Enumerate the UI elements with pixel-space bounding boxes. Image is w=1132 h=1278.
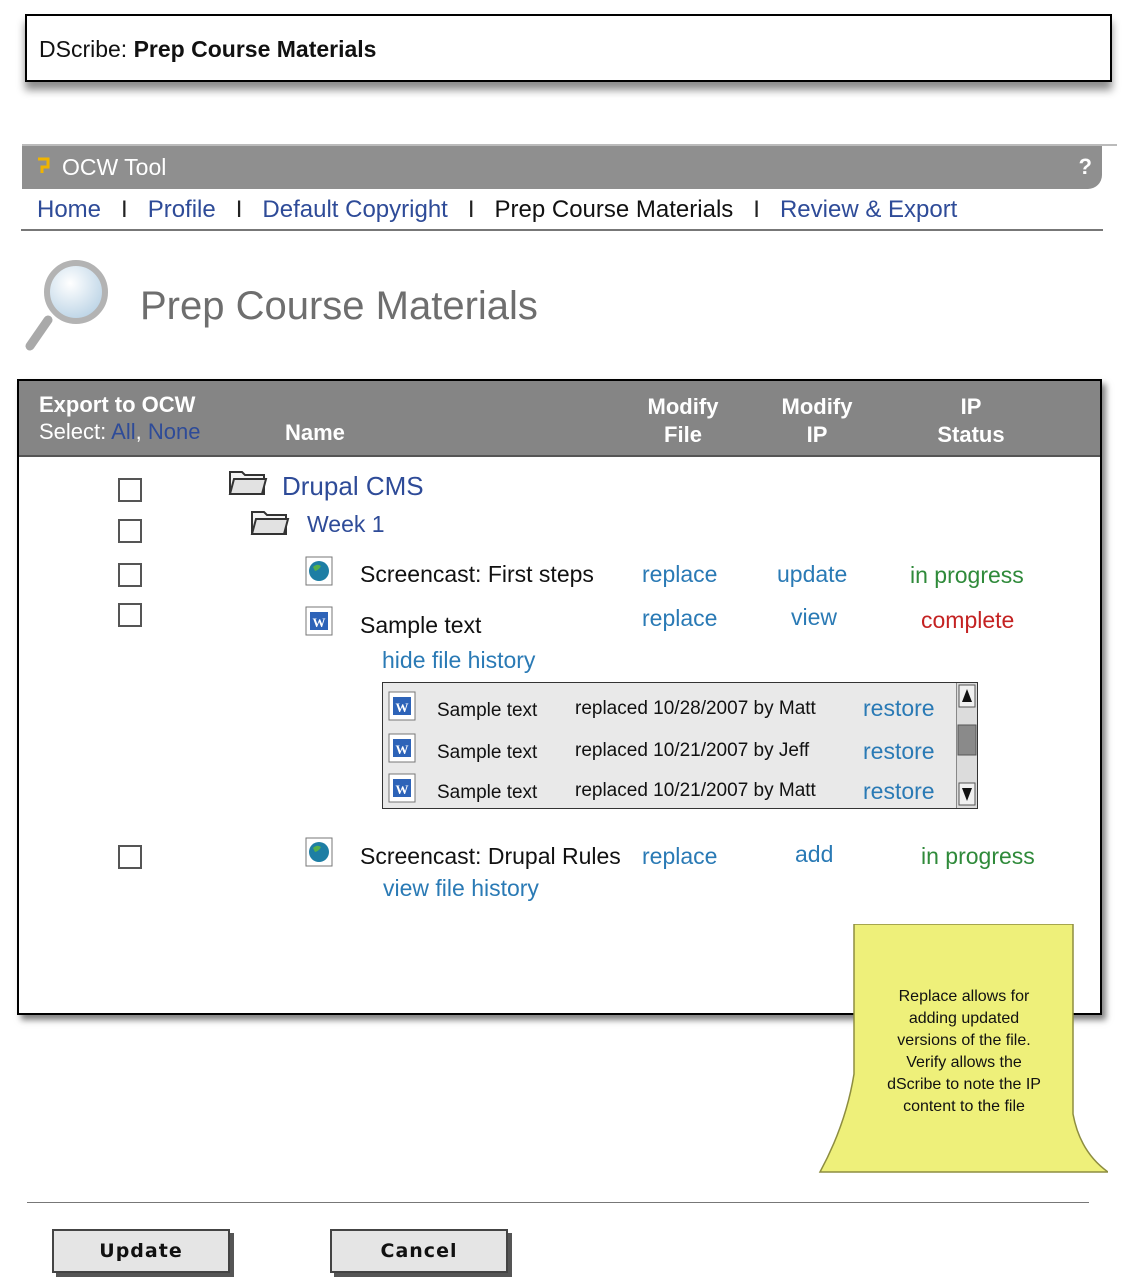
file-name[interactable]: Screencast: First steps bbox=[360, 561, 594, 588]
ip-status-header: IP Status bbox=[937, 394, 1005, 447]
svg-text:W: W bbox=[313, 615, 326, 630]
folder-week-1[interactable]: Week 1 bbox=[307, 511, 385, 538]
svg-text:W: W bbox=[396, 742, 409, 757]
view-ip-link[interactable]: view bbox=[791, 604, 837, 631]
export-header: Export to OCW Select: All, None bbox=[39, 392, 201, 444]
history-row: W Sample text replaced 10/28/2007 by Mat… bbox=[383, 689, 953, 729]
cancel-button[interactable]: Cancel bbox=[330, 1229, 508, 1273]
nav-review-export[interactable]: Review & Export bbox=[780, 196, 957, 223]
screencast-icon bbox=[305, 837, 333, 867]
folder-icon bbox=[250, 511, 290, 535]
update-button[interactable]: Update bbox=[52, 1229, 230, 1273]
ip-status: in progress bbox=[910, 562, 1024, 588]
folder-icon bbox=[228, 471, 268, 495]
name-header: Name bbox=[285, 420, 345, 445]
main-nav: Home I Profile I Default Copyright I Prep Cour… bbox=[37, 196, 958, 223]
export-checkbox-drupal-cms[interactable] bbox=[118, 478, 142, 502]
export-checkbox-file[interactable] bbox=[118, 603, 142, 627]
history-file-name: Sample text bbox=[437, 700, 538, 721]
export-checkbox-file[interactable] bbox=[118, 563, 142, 587]
history-note: replaced 10/28/2007 by Matt bbox=[575, 698, 816, 719]
history-row: W Sample text replaced 10/21/2007 by Mat… bbox=[383, 771, 953, 811]
file-name[interactable]: Sample text bbox=[360, 612, 481, 639]
file-name[interactable]: Screencast: Drupal Rules bbox=[360, 843, 621, 870]
tool-header-bar: OCW Tool ? bbox=[22, 144, 1117, 189]
word-document-icon: W bbox=[388, 733, 416, 763]
export-checkbox-week-1[interactable] bbox=[118, 519, 142, 543]
magnifier-icon bbox=[25, 260, 108, 351]
tool-name: OCW Tool bbox=[62, 154, 167, 180]
svg-text:W: W bbox=[396, 782, 409, 797]
screencast-icon bbox=[305, 556, 333, 586]
folder-drupal-cms[interactable]: Drupal CMS bbox=[282, 471, 424, 502]
history-note: replaced 10/21/2007 by Jeff bbox=[575, 740, 810, 761]
history-scrollbar[interactable] bbox=[956, 683, 977, 808]
svg-text:W: W bbox=[396, 700, 409, 715]
history-note: replaced 10/21/2007 by Matt bbox=[575, 780, 816, 801]
word-document-icon: W bbox=[388, 691, 416, 721]
footer-divider bbox=[27, 1202, 1089, 1203]
table-header: Export to OCW Select: All, None Name Mod… bbox=[19, 381, 1100, 457]
ip-status: in progress bbox=[921, 843, 1035, 869]
restore-link[interactable]: restore bbox=[863, 695, 935, 722]
history-file-name: Sample text bbox=[437, 782, 538, 803]
nav-prep-course-materials[interactable]: Prep Course Materials bbox=[495, 196, 734, 223]
restore-link[interactable]: restore bbox=[863, 738, 935, 765]
file-history-list: W Sample text replaced 10/28/2007 by Mat… bbox=[382, 682, 978, 809]
word-document-icon: W bbox=[305, 606, 333, 636]
nav-home[interactable]: Home bbox=[37, 196, 101, 223]
add-ip-link[interactable]: add bbox=[795, 841, 833, 868]
export-checkbox-file[interactable] bbox=[118, 845, 142, 869]
replace-link[interactable]: replace bbox=[642, 843, 717, 870]
nav-profile[interactable]: Profile bbox=[148, 196, 216, 223]
history-file-name: Sample text bbox=[437, 742, 538, 763]
sticky-note-text: Replace allows for adding updated versio… bbox=[887, 988, 1041, 1115]
hide-file-history-link[interactable]: hide file history bbox=[382, 647, 535, 674]
ocw-logo-icon bbox=[38, 157, 50, 173]
window-title-box: DScribe: Prep Course Materials bbox=[25, 14, 1112, 82]
nav-default-copyright[interactable]: Default Copyright bbox=[262, 196, 447, 223]
history-row: W Sample text replaced 10/21/2007 by Jef… bbox=[383, 731, 953, 771]
select-none-link[interactable]: None bbox=[148, 419, 201, 444]
select-all-link[interactable]: All bbox=[111, 419, 135, 444]
page-title: Prep Course Materials bbox=[140, 284, 538, 328]
word-document-icon: W bbox=[388, 773, 416, 803]
update-ip-link[interactable]: update bbox=[777, 561, 847, 588]
ip-status: complete bbox=[921, 607, 1015, 633]
replace-link[interactable]: replace bbox=[642, 561, 717, 588]
nav-divider bbox=[21, 229, 1103, 231]
view-file-history-link[interactable]: view file history bbox=[383, 875, 539, 902]
modify-ip-header: Modify IP bbox=[781, 394, 853, 447]
modify-file-header: Modify File bbox=[647, 394, 719, 447]
restore-link[interactable]: restore bbox=[863, 778, 935, 805]
help-button[interactable]: ? bbox=[1079, 154, 1092, 180]
window-title: DScribe: Prep Course Materials bbox=[39, 36, 377, 62]
replace-link[interactable]: replace bbox=[642, 605, 717, 632]
